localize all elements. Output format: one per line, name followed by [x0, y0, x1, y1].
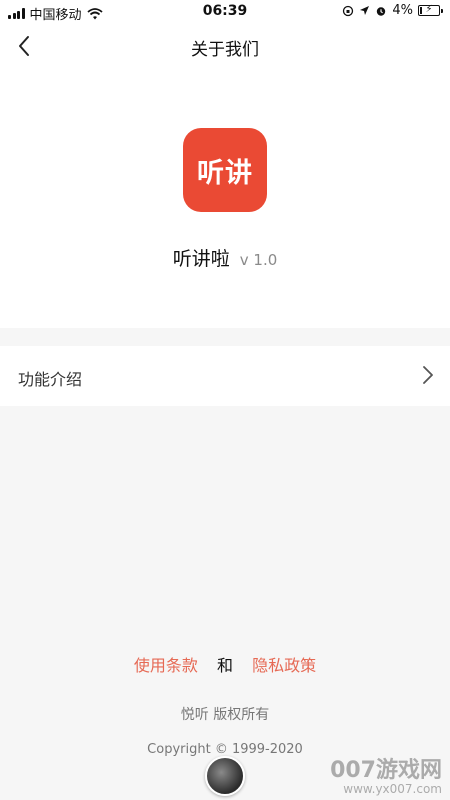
app-logo-icon: 听讲 [183, 128, 267, 212]
navigation-bar: 关于我们 [0, 24, 450, 68]
page-title: 关于我们 [191, 40, 259, 60]
status-bar: 中国移动 06:39 4% ⚡ [0, 0, 450, 24]
location-icon [360, 6, 370, 15]
about-screen: 中国移动 06:39 4% ⚡ 关于我们 听讲 听讲啦 v 1.0 功能介绍 使… [0, 0, 450, 800]
privacy-link[interactable]: 隐私政策 [252, 656, 316, 675]
app-info-section: 听讲 听讲啦 v 1.0 [0, 68, 450, 328]
and-text: 和 [216, 656, 233, 675]
status-right: 4% ⚡ [342, 3, 443, 18]
app-version: v 1.0 [239, 251, 278, 269]
alarm-icon [377, 6, 386, 16]
terms-link[interactable]: 使用条款 [134, 656, 198, 675]
battery-percent: 4% [392, 3, 413, 18]
watermark-url: www.yx007.com [343, 781, 442, 796]
orientation-lock-icon [343, 5, 354, 16]
watermark: 007游戏网 www.yx007.com [330, 757, 442, 796]
watermark-title: 007游戏网 [330, 757, 442, 783]
legal-links: 使用条款 和 隐私政策 [0, 652, 450, 676]
floating-avatar[interactable] [205, 756, 245, 796]
battery-icon: ⚡ [418, 4, 443, 16]
feature-intro-label: 功能介绍 [18, 370, 83, 389]
app-name: 听讲啦 [172, 248, 230, 270]
feature-intro-row[interactable]: 功能介绍 [0, 346, 450, 406]
chevron-right-icon [423, 366, 433, 384]
owner-text: 悦听 版权所有 [180, 707, 270, 723]
copyright-text: Copyright © 1999-2020 [147, 742, 303, 757]
app-name-row: 听讲啦 v 1.0 [0, 244, 450, 271]
